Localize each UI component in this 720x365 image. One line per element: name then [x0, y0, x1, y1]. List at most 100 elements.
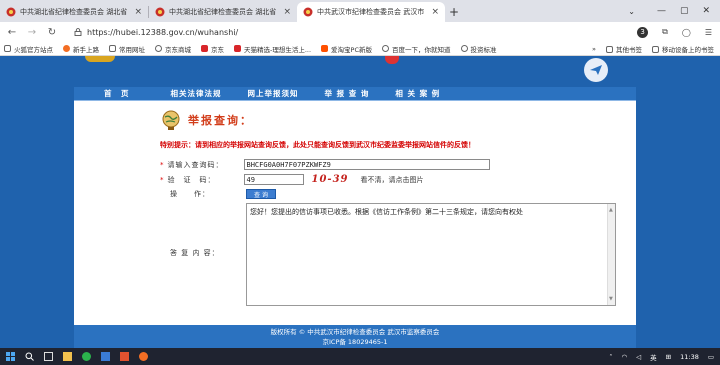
task-view-icon[interactable]: [44, 352, 53, 361]
url-text: https://hubei.12388.gov.cn/wuhanshi/: [87, 27, 239, 37]
reply-textarea[interactable]: 您好！您提出的信访事项已收悉。根据《信访工作条例》第二十三条规定，请您向有权处: [246, 203, 616, 306]
tab-close-icon[interactable]: ×: [134, 7, 142, 17]
app-icon[interactable]: [101, 352, 110, 361]
tab-title: 中共湖北省纪律检查委员会 湖北省: [20, 8, 128, 16]
reply-scrollbar[interactable]: [607, 204, 615, 305]
bookmark-item[interactable]: 百度一下，你就知道: [382, 44, 451, 54]
query-code-input[interactable]: BHCFG0A0H7F07PZKWFZ9: [243, 159, 490, 170]
taobao-icon: [321, 45, 329, 52]
folder-icon: [652, 45, 659, 53]
operation-row: 操 作： 查 询: [170, 189, 562, 199]
special-notice: 特别提示：请到相应的举报网站查询反馈，此处只能查询反馈到武汉市纪委监委举报网站信…: [160, 141, 475, 149]
profile-icon[interactable]: ◯: [682, 28, 691, 37]
query-code-label: 请输入查询码：: [167, 160, 224, 169]
forward-icon[interactable]: →: [26, 27, 38, 38]
site-favicon-icon: [155, 7, 165, 17]
extensions-icon[interactable]: ⧉: [662, 27, 668, 37]
captcha-image[interactable]: 10-39: [312, 174, 349, 185]
address-bar[interactable]: https://hubei.12388.gov.cn/wuhanshi/: [74, 28, 238, 37]
reload-icon[interactable]: ↻: [46, 27, 58, 38]
wechat-icon[interactable]: [82, 352, 91, 361]
site-main-nav: 首 页 相关法律法规 网上举报须知 举 报 查 询 相 关 案 例: [74, 87, 636, 101]
site-footer: 版权所有 © 中共武汉市纪律检查委员会 武汉市监察委员会 京ICP备 18029…: [74, 325, 636, 348]
browser-tab-1[interactable]: 中共湖北省纪律检查委员会 湖北省 ×: [0, 2, 148, 22]
browser-tab-2[interactable]: 中共湖北省纪律检查委员会 湖北省 ×: [149, 2, 297, 22]
nav-cases[interactable]: 相 关 案 例: [382, 88, 453, 99]
lock-icon: [74, 28, 82, 36]
nav-report-query[interactable]: 举 报 查 询: [312, 88, 383, 99]
tab-title: 中共武汉市纪律检查委员会 武汉市: [317, 8, 425, 16]
nav-home[interactable]: 首 页: [74, 88, 143, 99]
site-favicon-icon: [303, 7, 313, 17]
chevron-up-icon[interactable]: ˄: [609, 353, 612, 361]
firefox-icon: [63, 45, 70, 52]
globe-icon: [460, 45, 468, 52]
query-panel: 举报查询： 特别提示：请到相应的举报网站查询反馈，此处只能查询反馈到武汉市纪委监…: [74, 101, 636, 325]
dove-logo-icon: [584, 58, 608, 82]
windows-start-icon[interactable]: [6, 352, 15, 361]
bookmark-item[interactable]: 火狐官方站点: [4, 44, 53, 54]
emblem-left-icon: [85, 56, 115, 62]
footer-copyright: 版权所有 © 中共武汉市纪律检查委员会 武汉市监察委员会: [270, 328, 440, 336]
folder-icon: [109, 45, 116, 52]
firefox-icon[interactable]: [139, 352, 148, 361]
app-icon[interactable]: [120, 352, 129, 361]
maximize-icon[interactable]: ▢: [680, 6, 689, 16]
jd-icon: [201, 45, 208, 52]
bookmark-item[interactable]: 京东: [201, 44, 224, 54]
browser-tab-3-active[interactable]: 中共武汉市纪律检查委员会 武汉市 ×: [297, 2, 445, 22]
extension-badge-icon[interactable]: 3: [637, 26, 649, 38]
tab-close-icon[interactable]: ×: [431, 7, 439, 17]
bookmark-item[interactable]: 新手上路: [63, 44, 99, 54]
globe-icon: [382, 45, 390, 52]
globe-icon: [155, 45, 162, 52]
query-header: 举报查询：: [160, 109, 253, 131]
captcha-refresh-hint[interactable]: 看不清，请点击图片: [360, 175, 423, 185]
ime-mode-icon[interactable]: ⊞: [666, 353, 671, 361]
ime-indicator[interactable]: 英: [650, 352, 657, 362]
tab-close-icon[interactable]: ×: [283, 7, 291, 17]
site-favicon-icon: [6, 7, 16, 17]
back-icon[interactable]: ←: [6, 27, 18, 38]
search-icon[interactable]: [25, 352, 34, 361]
web-page: 首 页 相关法律法规 网上举报须知 举 报 查 询 相 关 案 例 举报查询： …: [0, 56, 720, 348]
network-icon[interactable]: ◠: [621, 353, 627, 361]
captcha-input[interactable]: 49: [243, 174, 304, 185]
bookmark-item[interactable]: 京东商城: [155, 44, 191, 54]
query-code-row: * 请输入查询码： BHCFG0A0H7F07PZKWFZ9: [160, 159, 552, 170]
required-marker: *: [160, 160, 164, 169]
navigation-bar: ← → ↻ https://hubei.12388.gov.cn/wuhansh…: [0, 22, 720, 42]
close-window-icon[interactable]: ✕: [702, 6, 710, 16]
footer-icp[interactable]: 京ICP备 18029465-1: [74, 337, 636, 347]
reply-text: 您好！您提出的信访事项已收悉。根据《信访工作条例》第二十三条规定，请您向有权处: [250, 208, 523, 216]
query-button[interactable]: 查 询: [246, 189, 276, 199]
globe-icon: [162, 110, 180, 130]
bookmarks-right: » 其他书签 移动设备上的书签: [592, 42, 714, 56]
site-banner: [0, 56, 720, 87]
folder-icon: [4, 45, 11, 52]
operation-label: 操 作：: [170, 190, 210, 198]
tab-title: 中共湖北省纪律检查委员会 湖北省: [169, 8, 277, 16]
other-bookmarks[interactable]: 其他书签: [606, 44, 642, 54]
tab-strip: 中共湖北省纪律检查委员会 湖北省 × 中共湖北省纪律检查委员会 湖北省 × 中共…: [0, 0, 720, 22]
window-controls: ⌄ — ▢ ✕: [628, 0, 720, 22]
notification-icon[interactable]: ▭: [708, 353, 714, 361]
volume-icon[interactable]: ◁: [636, 353, 641, 361]
tmall-icon: [234, 45, 241, 52]
new-tab-button[interactable]: +: [445, 2, 463, 22]
chevron-right-icon[interactable]: »: [592, 45, 596, 53]
clock[interactable]: 11:38: [680, 353, 699, 361]
bookmark-item[interactable]: 天猫精选-理想生活上...: [234, 44, 311, 54]
nav-laws[interactable]: 相关法律法规: [143, 88, 235, 99]
bookmark-item[interactable]: 投资标准: [460, 44, 497, 54]
mobile-bookmarks[interactable]: 移动设备上的书签: [652, 44, 714, 54]
folder-icon: [606, 45, 613, 53]
bookmark-item[interactable]: 常用网址: [109, 44, 145, 54]
tab-list-icon[interactable]: ⌄: [628, 7, 635, 16]
menu-icon[interactable]: ☰: [705, 28, 712, 37]
file-explorer-icon[interactable]: [63, 352, 72, 361]
captcha-row: * 验 证 码： 49 10-39 看不清，请点击图片: [160, 174, 552, 185]
nav-report-notice[interactable]: 网上举报须知: [235, 88, 312, 99]
minimize-icon[interactable]: —: [657, 6, 666, 16]
bookmark-item[interactable]: 爱淘宝PC新版: [321, 44, 372, 54]
